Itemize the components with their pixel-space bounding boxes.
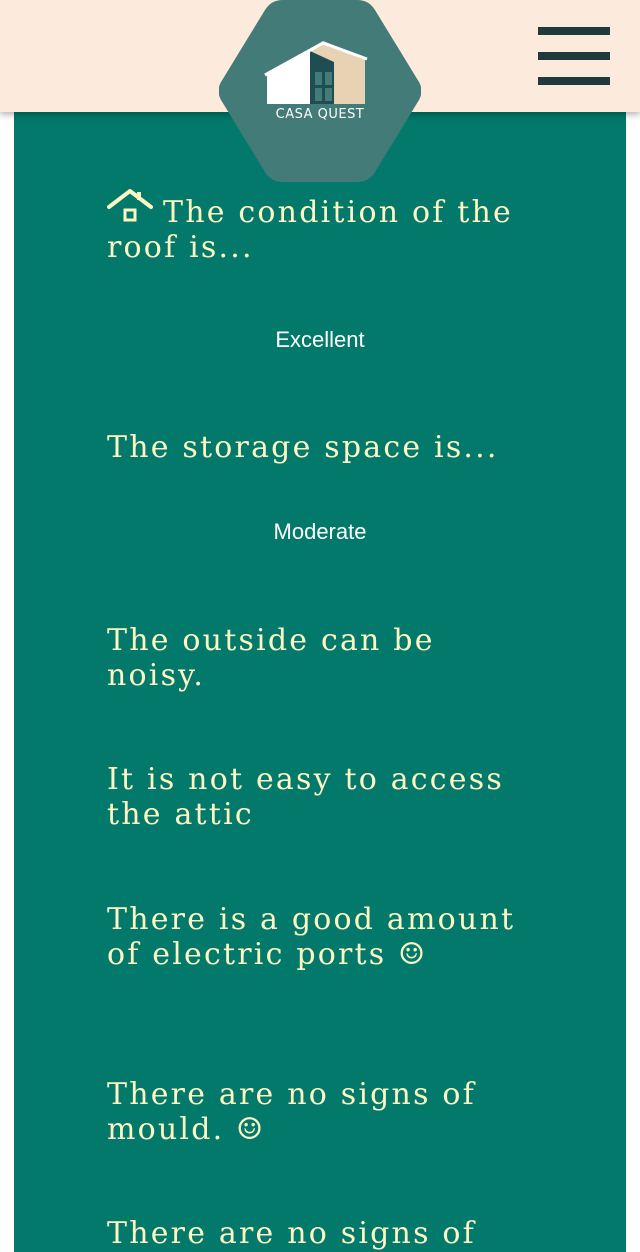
roof-question: The condition of the roof is... (107, 188, 527, 265)
statement-attic: It is not easy to access the attic (107, 762, 504, 832)
storage-question: The storage space is... (107, 430, 499, 465)
house-icon (107, 189, 153, 222)
statement-partial: There are no signs of (107, 1216, 476, 1251)
menu-bar-middle (538, 52, 610, 60)
roof-question-text: The condition of the roof is... (107, 195, 514, 265)
menu-bar-bottom (538, 77, 610, 85)
roof-answer: Excellent (275, 327, 365, 352)
logo-hexagon-icon (219, 0, 421, 182)
casa-quest-logo[interactable]: CASA QUEST (219, 0, 421, 182)
logo-text: CASA QUEST (275, 107, 365, 122)
hamburger-menu-icon[interactable] (538, 27, 610, 85)
statement-noise: The outside can be noisy. (107, 623, 435, 693)
storage-answer: Moderate (273, 519, 367, 544)
statement-electric-ports: There is a good amount of electric ports… (107, 902, 516, 972)
menu-bar-top (538, 27, 610, 35)
statement-mould: There are no signs of mould. ☺ (107, 1077, 476, 1147)
